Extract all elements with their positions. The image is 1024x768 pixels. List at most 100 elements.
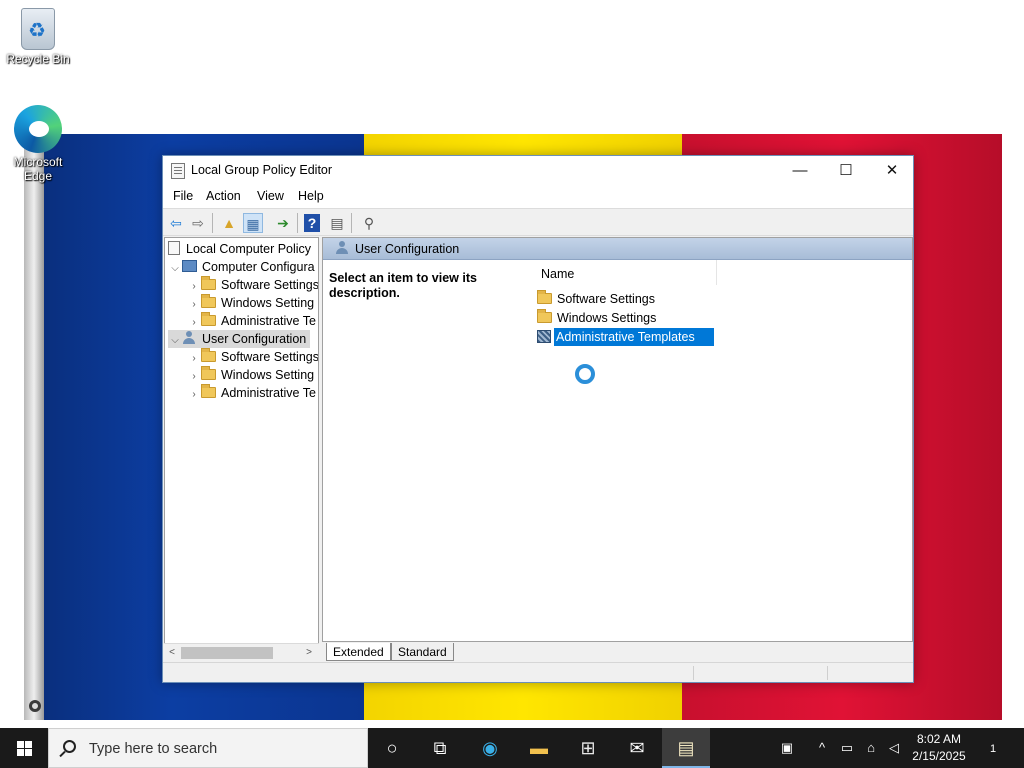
network-icon[interactable]: ⌂ — [860, 728, 882, 768]
desktop-icon-label: Microsoft Edge — [13, 155, 63, 183]
tree-item-local-computer-policy[interactable]: Local Computer Policy — [168, 240, 311, 258]
list-item-software-settings[interactable]: Software Settings — [537, 290, 655, 308]
menu-view[interactable]: View — [257, 189, 284, 203]
computer-icon — [182, 260, 197, 272]
group-policy-editor-window: Local Group Policy Editor — ☐ ✕ File Act… — [162, 155, 914, 683]
details-header: User Configuration — [323, 238, 912, 260]
details-pane: User Configuration Select an item to vie… — [322, 237, 913, 661]
title-bar[interactable]: Local Group Policy Editor — ☐ ✕ — [163, 156, 913, 186]
news-widget-icon[interactable]: ▣ — [772, 728, 802, 768]
close-button[interactable]: ✕ — [869, 156, 915, 186]
start-button[interactable] — [0, 728, 48, 768]
properties-icon[interactable]: ▤ — [327, 213, 347, 233]
notification-center-icon[interactable]: 1 — [980, 728, 1006, 768]
tree-item-windows-settings[interactable]: › Windows Setting — [187, 294, 314, 312]
scroll-left-icon[interactable]: < — [164, 644, 180, 661]
menu-help[interactable]: Help — [298, 189, 324, 203]
user-icon — [335, 241, 350, 255]
view-tabs: Extended Standard — [322, 641, 913, 661]
item-description: Select an item to view its description. — [329, 271, 477, 300]
filter-icon[interactable]: ⚲ — [359, 213, 379, 233]
tree-item-software-settings[interactable]: › Software Settings — [187, 348, 319, 366]
file-explorer-icon[interactable]: ▬ — [515, 728, 563, 768]
meet-now-icon[interactable]: ▭ — [836, 728, 858, 768]
taskbar: Type here to search ○ ⧉ ◉ ▬ ⊞ ✉ ▤ ▣ ^ ▭ … — [0, 728, 1024, 768]
scrollbar-thumb[interactable] — [181, 647, 273, 659]
list-item-administrative-templates[interactable]: Administrative Templates — [537, 328, 714, 346]
show-hide-tree-icon[interactable]: ▦ — [243, 213, 263, 233]
menu-bar: File Action View Help — [163, 186, 913, 208]
tab-standard[interactable]: Standard — [391, 643, 454, 661]
forward-arrow-icon[interactable]: ⇨ — [188, 213, 208, 233]
toolbar: ⇦ ⇨ ▲ ▦ ➔ ? ▤ ⚲ — [163, 208, 913, 236]
chevron-right-icon[interactable]: › — [187, 386, 201, 404]
tree-item-computer-configuration[interactable]: ⌵ Computer Configura — [168, 258, 315, 276]
cortana-icon[interactable]: ○ — [368, 728, 416, 768]
group-policy-taskbar-icon[interactable]: ▤ — [662, 728, 710, 768]
column-header-name[interactable]: Name — [527, 260, 717, 285]
search-placeholder: Type here to search — [89, 741, 218, 757]
task-view-icon[interactable]: ⧉ — [416, 728, 464, 768]
scroll-right-icon[interactable]: > — [301, 644, 317, 661]
menu-action[interactable]: Action — [206, 189, 241, 203]
details-header-title: User Configuration — [355, 242, 460, 256]
maximize-button[interactable]: ☐ — [823, 156, 869, 186]
chevron-up-icon[interactable]: ^ — [812, 728, 832, 768]
tree-horizontal-scrollbar[interactable]: < > — [164, 643, 319, 661]
minimize-button[interactable]: — — [777, 156, 823, 186]
clock-time: 8:02 AM — [916, 732, 962, 746]
flag-pole — [24, 134, 44, 720]
store-icon[interactable]: ⊞ — [564, 728, 612, 768]
edge-taskbar-icon[interactable]: ◉ — [466, 728, 514, 768]
menu-file[interactable]: File — [173, 189, 193, 203]
user-icon — [182, 331, 197, 345]
tab-extended[interactable]: Extended — [326, 643, 391, 661]
toolbar-separator — [212, 213, 213, 233]
toolbar-separator — [351, 213, 352, 233]
window-title: Local Group Policy Editor — [191, 163, 333, 177]
tree-item-label: Software Settings — [221, 278, 319, 292]
recycle-bin-icon — [21, 8, 55, 50]
volume-muted-icon[interactable]: ◁ — [884, 728, 904, 768]
export-list-icon[interactable]: ➔ — [273, 213, 293, 233]
folder-icon — [537, 290, 552, 304]
chevron-down-icon[interactable]: ⌵ — [168, 332, 182, 350]
taskbar-search-box[interactable]: Type here to search — [48, 728, 368, 768]
mail-icon[interactable]: ✉ — [613, 728, 661, 768]
tree-item-administrative-templates[interactable]: › Administrative Te — [187, 384, 316, 402]
toolbar-separator — [297, 213, 298, 233]
tree-item-label: Windows Setting — [221, 296, 315, 310]
tree-item-software-settings[interactable]: › Software Settings — [187, 276, 319, 294]
tree-item-user-configuration[interactable]: ⌵ User Configuration — [168, 330, 311, 350]
status-divider — [827, 666, 828, 680]
desktop-icon-recycle-bin[interactable]: Recycle Bin — [0, 8, 76, 66]
tree-item-administrative-templates[interactable]: › Administrative Te — [187, 312, 316, 330]
tree-item-label: Software Settings — [221, 350, 319, 364]
folder-icon — [201, 348, 216, 362]
tree-item-windows-settings[interactable]: › Windows Setting — [187, 366, 314, 384]
windows-logo-icon — [17, 741, 24, 748]
administrative-templates-icon — [537, 330, 551, 343]
up-folder-icon[interactable]: ▲ — [219, 213, 239, 233]
status-divider — [693, 666, 694, 680]
folder-icon — [201, 276, 216, 290]
desktop-icon-label: Recycle Bin — [6, 52, 70, 66]
help-icon[interactable]: ? — [304, 214, 320, 232]
flag-ring — [29, 700, 41, 712]
desktop-icon-edge[interactable]: Microsoft Edge — [0, 105, 76, 183]
tree-item-label: Administrative Te — [221, 386, 316, 400]
system-clock[interactable]: 8:02 AM 2/15/2025 — [902, 731, 976, 765]
list-item-windows-settings[interactable]: Windows Settings — [537, 309, 656, 327]
policy-editor-app-icon — [171, 163, 185, 179]
chevron-down-icon[interactable]: ⌵ — [168, 260, 182, 278]
folder-icon — [201, 366, 216, 380]
windows-logo-icon — [25, 749, 32, 756]
folder-icon — [201, 294, 216, 308]
tree-item-label: Administrative Te — [221, 314, 316, 328]
folder-icon — [201, 312, 216, 326]
tree-item-label: Local Computer Policy — [186, 242, 312, 256]
back-arrow-icon[interactable]: ⇦ — [166, 213, 186, 233]
windows-logo-icon — [17, 749, 24, 756]
notification-count: 1 — [989, 743, 997, 755]
loading-spinner-icon — [575, 364, 595, 384]
